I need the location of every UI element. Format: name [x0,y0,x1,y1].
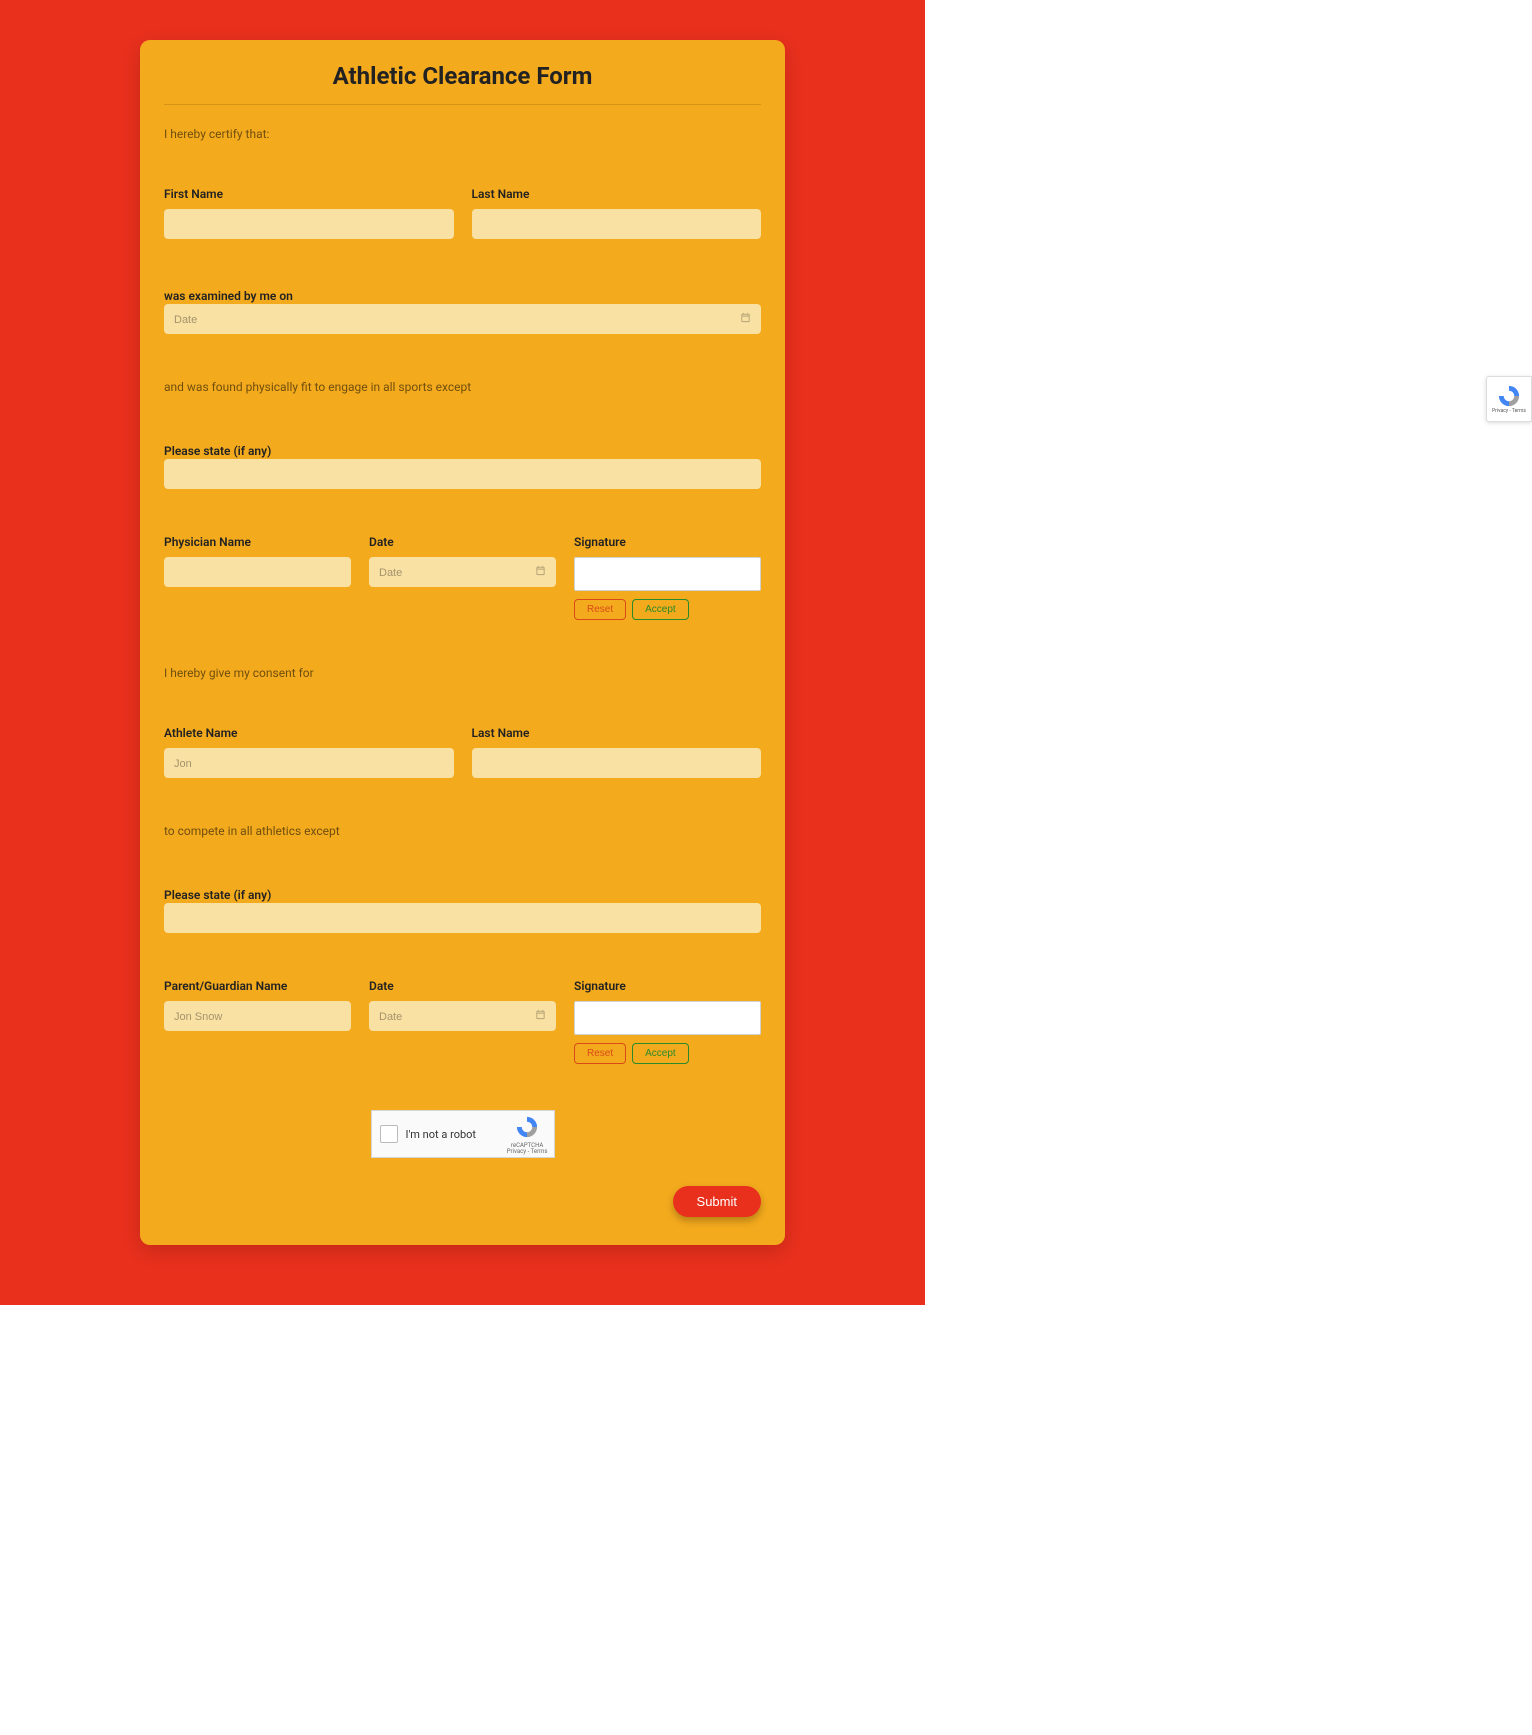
parent-signature-pad[interactable] [574,1001,761,1035]
parent-signature-reset-button[interactable]: Reset [574,1043,626,1064]
physician-signature-label: Signature [574,535,761,549]
parent-signature-accept-button[interactable]: Accept [632,1043,689,1064]
physician-signature-pad[interactable] [574,557,761,591]
title-divider [164,104,761,105]
recaptcha-badge-icon [1497,384,1521,408]
last-name-label: Last Name [472,187,762,201]
athlete-last-name-input[interactable] [472,748,762,778]
consent-text: I hereby give my consent for [164,666,761,680]
please-state-label-1: Please state (if any) [164,444,271,458]
page-right-gutter: Privacy - Terms [925,0,1532,1305]
last-name-input[interactable] [472,209,762,239]
calendar-icon [740,312,751,326]
recaptcha-badge-terms: Privacy - Terms [1492,408,1526,414]
submit-button[interactable]: Submit [673,1186,761,1217]
examined-label: was examined by me on [164,289,293,303]
physician-date-label: Date [369,535,556,549]
found-fit-text: and was found physically fit to engage i… [164,380,761,394]
compete-text: to compete in all athletics except [164,824,761,838]
recaptcha-terms: Privacy - Terms [507,1149,548,1156]
parent-name-input[interactable] [164,1001,351,1031]
physician-date-input[interactable] [369,557,556,587]
physician-name-input[interactable] [164,557,351,587]
athlete-name-input[interactable] [164,748,454,778]
parent-name-label: Parent/Guardian Name [164,979,351,993]
please-state-input-2[interactable] [164,903,761,933]
parent-date-input[interactable] [369,1001,556,1031]
recaptcha-label: I'm not a robot [406,1128,477,1141]
recaptcha-widget[interactable]: I'm not a robot reCAPTCHA Privacy - Term… [371,1110,555,1158]
recaptcha-checkbox[interactable] [380,1125,398,1143]
parent-date-label: Date [369,979,556,993]
physician-signature-accept-button[interactable]: Accept [632,599,689,620]
examined-date-input[interactable] [164,304,761,334]
parent-signature-label: Signature [574,979,761,993]
recaptcha-logo-icon [515,1115,539,1139]
recaptcha-floating-badge[interactable]: Privacy - Terms [1486,376,1532,422]
athlete-last-name-label: Last Name [472,726,762,740]
certify-text: I hereby certify that: [164,127,761,141]
physician-name-label: Physician Name [164,535,351,549]
page-title: Athletic Clearance Form [164,62,761,104]
please-state-label-2: Please state (if any) [164,888,271,902]
form-card: Athletic Clearance Form I hereby certify… [140,40,785,1245]
page-background: Athletic Clearance Form I hereby certify… [0,0,925,1305]
first-name-label: First Name [164,187,454,201]
calendar-icon [535,1009,546,1023]
please-state-input-1[interactable] [164,459,761,489]
calendar-icon [535,565,546,579]
physician-signature-reset-button[interactable]: Reset [574,599,626,620]
athlete-name-label: Athlete Name [164,726,454,740]
first-name-input[interactable] [164,209,454,239]
